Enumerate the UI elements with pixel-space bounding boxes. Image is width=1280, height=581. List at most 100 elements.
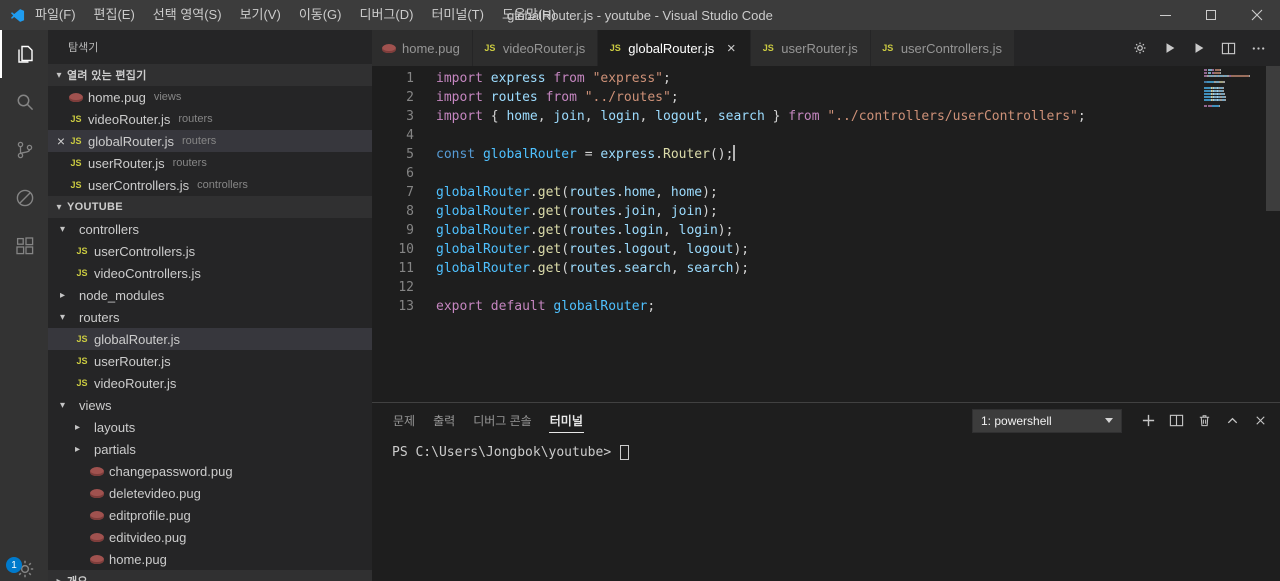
editor-tab[interactable]: JS userRouter.js (751, 30, 871, 66)
source-control-button[interactable] (0, 126, 48, 174)
maximize-button[interactable] (1188, 0, 1234, 30)
tree-file-item[interactable]: deletevideo.pug (48, 482, 372, 504)
tree-file-item[interactable]: JS videoRouter.js (48, 372, 372, 394)
minimap-line (1204, 87, 1264, 89)
open-editor-detail: routers (172, 157, 207, 169)
tree-item-label: controllers (79, 221, 139, 237)
minimize-button[interactable] (1142, 0, 1188, 30)
open-editor-item[interactable]: JS userControllers.js controllers (48, 174, 372, 196)
chevron-down-icon: ▾ (60, 223, 66, 235)
menu-item[interactable]: 선택 영역(S) (144, 0, 231, 30)
code-line[interactable]: 10 globalRouter.get(routes.logout, logout… (372, 240, 1280, 259)
code-token: . (616, 204, 624, 219)
code-line[interactable]: 13 export default globalRouter; (372, 297, 1280, 316)
menu-item[interactable]: 보기(V) (231, 0, 290, 30)
tree-file-item[interactable]: editprofile.pug (48, 504, 372, 526)
menu-item[interactable]: 편집(E) (85, 0, 144, 30)
editor-tab[interactable]: home.pug (372, 30, 473, 66)
settings-gear-icon[interactable] (1132, 40, 1148, 56)
menu-item[interactable]: 파일(F) (26, 0, 85, 30)
editor-tab[interactable]: JS userControllers.js (870, 30, 1015, 66)
maximize-panel-icon[interactable] (1225, 413, 1240, 428)
menu-item[interactable]: 터미널(T) (422, 0, 492, 30)
editor-scrollbar[interactable] (1266, 66, 1280, 402)
run-icon[interactable] (1163, 41, 1177, 55)
code-line[interactable]: 9 globalRouter.get(routes.login, login); (372, 221, 1280, 240)
close-icon[interactable]: × (724, 40, 738, 57)
panel-tab[interactable]: 디버그 콘솔 (472, 408, 533, 433)
search-button[interactable] (0, 78, 48, 126)
more-actions-icon[interactable] (1251, 41, 1266, 56)
minimap-line (1204, 84, 1264, 86)
project-root-header[interactable]: ▾ YOUTUBE (48, 196, 372, 218)
code-line[interactable]: 1 import express from "express"; (372, 69, 1280, 88)
scrollbar-thumb[interactable] (1266, 66, 1280, 211)
code-line[interactable]: 2 import routes from "../routes"; (372, 88, 1280, 107)
close-button[interactable] (1234, 0, 1280, 30)
extensions-button[interactable] (0, 222, 48, 270)
terminal-shell-select[interactable]: 1: powershell (972, 408, 1122, 433)
code-line[interactable]: 6 (372, 164, 1280, 183)
close-icon[interactable]: × (53, 133, 69, 149)
open-editor-item[interactable]: JS videoRouter.js routers (48, 108, 372, 130)
tree-file-item[interactable]: editvideo.pug (48, 526, 372, 548)
tree-file-item[interactable]: JS globalRouter.js (48, 328, 372, 350)
code-line[interactable]: 5 const globalRouter = express.Router(); (372, 145, 1280, 164)
code-line[interactable]: 4 (372, 126, 1280, 145)
tree-item-label: node_modules (79, 287, 165, 303)
code-token: home (623, 185, 656, 200)
editor-tab[interactable]: JS globalRouter.js × (598, 30, 752, 66)
manage-button[interactable]: 1 (0, 543, 48, 581)
explorer-button[interactable] (0, 30, 48, 78)
open-editor-item[interactable]: JS userRouter.js routers (48, 152, 372, 174)
tree-file-item[interactable]: changepassword.pug (48, 460, 372, 482)
tree-folder-item[interactable]: ▾ views (48, 394, 372, 416)
tab-label: userRouter.js (781, 40, 858, 56)
code-token: search (623, 261, 671, 276)
tree-folder-item[interactable]: ▾ routers (48, 306, 372, 328)
code-text: globalRouter.get(routes.logout, logout); (414, 240, 749, 259)
tree-item-label: globalRouter.js (94, 331, 180, 347)
chevron-right-icon: ▸ (60, 289, 66, 301)
minimap[interactable] (1204, 69, 1264, 108)
open-editor-item[interactable]: home.pug views (48, 86, 372, 108)
debug-button[interactable] (0, 174, 48, 222)
code-token: from (545, 90, 577, 105)
panel-tab[interactable]: 터미널 (548, 408, 584, 433)
open-editors-header[interactable]: ▾ 열려 있는 편집기 (48, 64, 372, 86)
editor-tab[interactable]: JS videoRouter.js (472, 30, 599, 66)
outline-header[interactable]: ▸ 개요 (48, 570, 372, 581)
code-token: { (482, 109, 507, 124)
tree-folder-item[interactable]: ▸ layouts (48, 416, 372, 438)
close-panel-icon[interactable] (1253, 413, 1268, 428)
code-line[interactable]: 12 (372, 278, 1280, 297)
terminal[interactable]: PS C:\Users\Jongbok\youtube> (372, 438, 1280, 581)
run-alt-icon[interactable] (1192, 41, 1206, 55)
tree-file-item[interactable]: home.pug (48, 548, 372, 570)
tree-folder-item[interactable]: ▾ controllers (48, 218, 372, 240)
tree-folder-item[interactable]: ▸ node_modules (48, 284, 372, 306)
code-line[interactable]: 3 import { home, join, login, logout, sea… (372, 107, 1280, 126)
code-line[interactable]: 8 globalRouter.get(routes.join, join); (372, 202, 1280, 221)
split-editor-icon[interactable] (1221, 41, 1236, 56)
code-line[interactable]: 11 globalRouter.get(routes.search, search… (372, 259, 1280, 278)
code-line[interactable]: 7 globalRouter.get(routes.home, home); (372, 183, 1280, 202)
open-editor-item[interactable]: × JS globalRouter.js routers (48, 130, 372, 152)
minimap-segment (1223, 81, 1225, 83)
tree-file-item[interactable]: JS videoControllers.js (48, 262, 372, 284)
tree-folder-item[interactable]: ▸ partials (48, 438, 372, 460)
tree-file-item[interactable]: JS userRouter.js (48, 350, 372, 372)
tree-file-item[interactable]: JS userControllers.js (48, 240, 372, 262)
menu-item[interactable]: 이동(G) (290, 0, 351, 30)
panel-tab[interactable]: 출력 (432, 408, 456, 433)
kill-terminal-icon[interactable] (1197, 413, 1212, 428)
panel-tab[interactable]: 문제 (392, 408, 416, 433)
new-terminal-icon[interactable] (1141, 413, 1156, 428)
code-editor[interactable]: 1 import express from "express"; 2 import r… (372, 66, 1280, 402)
split-terminal-icon[interactable] (1169, 413, 1184, 428)
menu-item[interactable]: 디버그(D) (351, 0, 423, 30)
code-token: globalRouter (436, 223, 530, 238)
tree-item-label: home.pug (109, 551, 167, 567)
